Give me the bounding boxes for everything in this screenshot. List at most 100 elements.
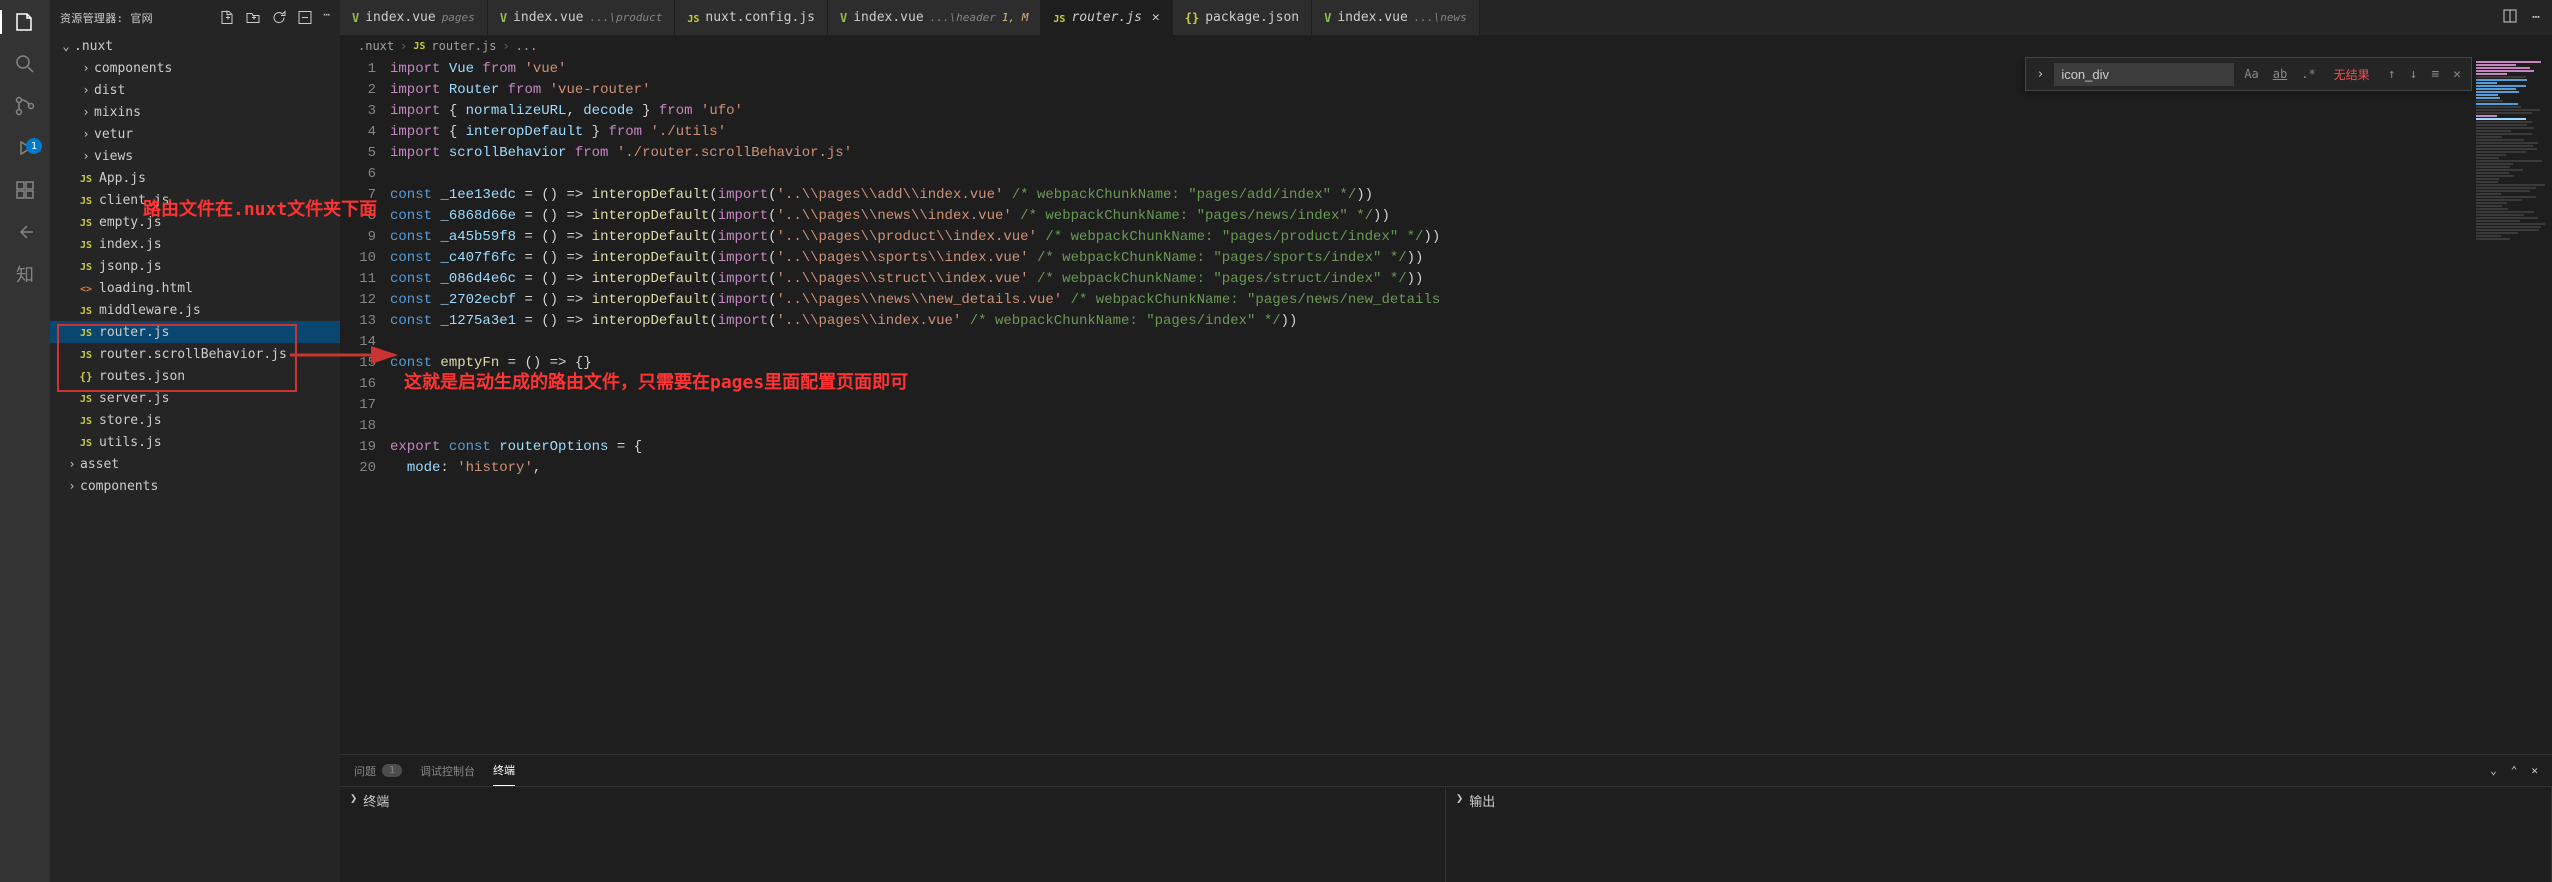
file-tree: ⌄ .nuxt ›components›dist›mixins›vetur›vi… (50, 35, 340, 882)
chevron-right-icon: › (502, 39, 509, 53)
editor-tabs: Vindex.vuepagesVindex.vue...\productJSnu… (340, 0, 2552, 35)
more-actions-icon[interactable]: ⋯ (2532, 10, 2540, 25)
expand-replace-icon[interactable]: › (2032, 65, 2048, 84)
folder-root[interactable]: ⌄ .nuxt (50, 35, 340, 57)
regex-icon[interactable]: .* (2297, 65, 2319, 83)
folder-item[interactable]: ›vetur (50, 123, 340, 145)
code-editor[interactable]: 1234567891011121314151617181920 import V… (340, 57, 2552, 754)
editor-tab[interactable]: Vindex.vuepages (340, 0, 488, 35)
chevron-right-icon: › (78, 83, 94, 97)
file-type-icon: V (840, 11, 847, 25)
explorer-title: 资源管理器: 官网 (60, 10, 153, 26)
match-case-icon[interactable]: Aa (2240, 65, 2262, 83)
editor-tab[interactable]: Vindex.vue...\product (488, 0, 676, 35)
file-item[interactable]: JSclient.js (50, 189, 340, 211)
scm-badge: 1 (26, 138, 42, 154)
file-item[interactable]: JSApp.js (50, 167, 340, 189)
collapse-icon[interactable] (297, 8, 313, 27)
new-folder-icon[interactable] (245, 8, 261, 27)
panel-maximize-icon[interactable]: ⌃ (2511, 764, 2518, 777)
file-type-icon: JS (78, 414, 94, 427)
file-type-icon: JS (78, 436, 94, 449)
explorer-sidebar: 资源管理器: 官网 ⋯ ⌄ .nuxt ›components›dist›mix… (50, 0, 340, 882)
chevron-right-icon: › (400, 39, 407, 53)
problems-count-badge: 1 (382, 764, 402, 777)
search-icon[interactable] (13, 52, 37, 76)
scm-icon[interactable] (13, 94, 37, 118)
panel-tabs: 问题1 调试控制台终端 ⌄ ⌃ ✕ (340, 755, 2552, 787)
panel-dropdown-icon[interactable]: ⌄ (2490, 764, 2497, 777)
folder-item[interactable]: ›dist (50, 79, 340, 101)
chevron-right-icon: › (78, 149, 94, 163)
refresh-icon[interactable] (271, 8, 287, 27)
file-item[interactable]: JSutils.js (50, 431, 340, 453)
close-find-icon[interactable]: ✕ (2449, 65, 2465, 84)
bottom-panel: 问题1 调试控制台终端 ⌄ ⌃ ✕ ❯终端❯输出 (340, 754, 2552, 882)
file-item[interactable]: JSmiddleware.js (50, 299, 340, 321)
editor-tab[interactable]: {}package.json (1173, 0, 1312, 35)
file-type-icon: JS (78, 326, 94, 339)
file-item[interactable]: JSstore.js (50, 409, 340, 431)
file-item[interactable]: JSindex.js (50, 233, 340, 255)
panel-tab[interactable]: 终端 (493, 755, 515, 786)
folder-item[interactable]: ›components (50, 57, 340, 79)
file-item[interactable]: <>loading.html (50, 277, 340, 299)
folder-item[interactable]: ›asset (50, 453, 340, 475)
line-gutter: 1234567891011121314151617181920 (340, 57, 390, 754)
folder-item[interactable]: ›mixins (50, 101, 340, 123)
more-icon[interactable]: ⋯ (323, 8, 330, 27)
panel-column: ❯输出 (1446, 787, 2552, 882)
file-item[interactable]: JSrouter.js (50, 321, 340, 343)
file-type-icon: {} (78, 370, 94, 383)
editor-tab[interactable]: JSrouter.js✕ (1041, 0, 1172, 35)
file-type-icon: V (352, 11, 359, 25)
minimap[interactable] (2472, 57, 2552, 754)
code-content[interactable]: import Vue from 'vue'import Router from … (390, 57, 2472, 754)
activity-bar: 1 知 (0, 0, 50, 882)
whole-word-icon[interactable]: ab (2269, 65, 2291, 83)
file-type-icon: V (1324, 11, 1331, 25)
chevron-right-icon: › (78, 127, 94, 141)
file-type-icon: JS (1053, 11, 1065, 25)
file-type-icon: JS (78, 194, 94, 207)
editor-tab[interactable]: Vindex.vue...\news (1312, 0, 1480, 35)
zhihu-icon[interactable]: 知 (13, 262, 37, 286)
chevron-right-icon[interactable]: ❯ (1456, 791, 1463, 805)
find-input[interactable] (2054, 63, 2234, 86)
file-type-icon: JS (78, 172, 94, 185)
file-type-icon: JS (78, 348, 94, 361)
files-icon[interactable] (13, 10, 37, 34)
file-item[interactable]: JSempty.js (50, 211, 340, 233)
editor-area: Vindex.vuepagesVindex.vue...\productJSnu… (340, 0, 2552, 882)
panel-body: ❯终端❯输出 (340, 787, 2552, 882)
split-editor-icon[interactable] (2502, 8, 2518, 28)
prev-match-icon[interactable]: ↑ (2384, 65, 2400, 84)
panel-close-icon[interactable]: ✕ (2531, 764, 2538, 777)
editor-tab[interactable]: JSnuxt.config.js (675, 0, 828, 35)
file-type-icon: {} (1185, 11, 1199, 25)
folder-item[interactable]: ›components (50, 475, 340, 497)
back-icon[interactable] (13, 220, 37, 244)
file-type-icon: JS (78, 238, 94, 251)
folder-item[interactable]: ›views (50, 145, 340, 167)
next-match-icon[interactable]: ↓ (2406, 65, 2422, 84)
file-item[interactable]: {}routes.json (50, 365, 340, 387)
find-widget: › Aa ab .* 无结果 ↑ ↓ ≡ ✕ (2025, 57, 2472, 91)
file-item[interactable]: JSserver.js (50, 387, 340, 409)
chevron-right-icon[interactable]: ❯ (350, 791, 357, 805)
file-type-icon: JS (78, 260, 94, 273)
file-item[interactable]: JSjsonp.js (50, 255, 340, 277)
chevron-right-icon: › (64, 479, 80, 493)
find-in-selection-icon[interactable]: ≡ (2427, 65, 2443, 84)
panel-tab[interactable]: 调试控制台 (420, 755, 475, 786)
file-item[interactable]: JSrouter.scrollBehavior.js (50, 343, 340, 365)
extensions-icon[interactable] (13, 178, 37, 202)
close-tab-icon[interactable]: ✕ (1152, 10, 1160, 25)
chevron-down-icon: ⌄ (58, 39, 74, 53)
new-file-icon[interactable] (219, 8, 235, 27)
editor-tab[interactable]: Vindex.vue...\header1, M (828, 0, 1041, 35)
chevron-right-icon: › (64, 457, 80, 471)
panel-tab[interactable]: 问题1 (354, 755, 402, 786)
breadcrumb[interactable]: .nuxt › JS router.js › ... (340, 35, 2552, 57)
chevron-right-icon: › (78, 105, 94, 119)
